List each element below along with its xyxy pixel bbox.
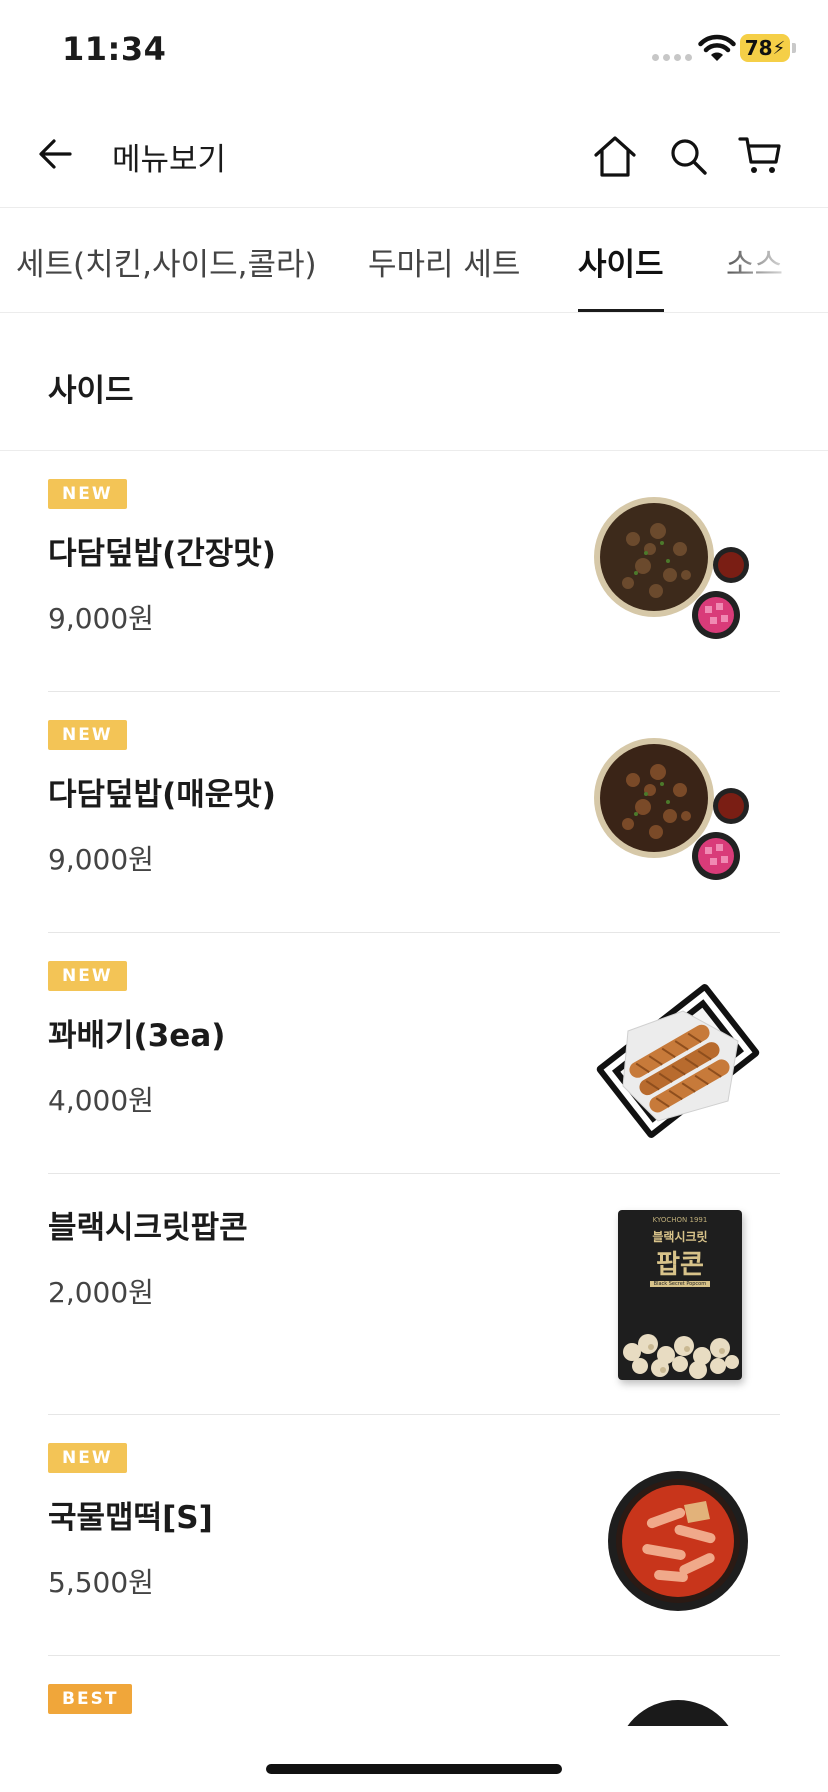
cart-icon[interactable] (738, 134, 782, 176)
tab-set[interactable]: 세트(치킨,사이드,콜라) (16, 239, 317, 312)
best-badge: BEST (48, 1684, 133, 1714)
twisted-donut-icon (596, 984, 760, 1138)
popcorn-pieces (623, 1334, 739, 1379)
popcorn-brand: KYOCHON 1991 (652, 1216, 708, 1224)
item-name: 블랙시크릿팝콘 (48, 1210, 248, 1246)
popcorn-line2: 팝콘 (656, 1250, 704, 1280)
rice-bowl-icon (594, 497, 749, 639)
popcorn-subtitle: Black Secret Popcorn (650, 1281, 710, 1287)
home-icon[interactable] (592, 134, 638, 178)
tabs-fade-overlay (718, 209, 828, 312)
section-title: 사이드 (48, 373, 134, 409)
charging-icon: ⚡ (772, 37, 786, 59)
menu-item-rice-bowl-soy[interactable]: NEW 다담덮밥(간장맛) 9,000원 (48, 451, 780, 692)
wifi-icon (698, 34, 736, 61)
signal-icon (652, 54, 692, 61)
menu-item-tteokbokki[interactable]: NEW 국물맵떡[S] 5,500원 (48, 1415, 780, 1656)
menu-item-twisted-donut[interactable]: NEW 꽈배기(3ea) 4,000원 (48, 933, 780, 1174)
page-title: 메뉴보기 (112, 142, 227, 178)
popcorn-line1: 블랙시크릿 (652, 1230, 708, 1244)
category-tabs: 세트(치킨,사이드,콜라) 두마리 세트 사이드 소스 (0, 209, 828, 313)
new-badge: NEW (48, 720, 127, 750)
menu-item-popcorn[interactable]: 블랙시크릿팝콘 2,000원 KYOCHON 1991 블랙시크릿 팝콘 Bla… (48, 1174, 780, 1415)
new-badge: NEW (48, 479, 127, 509)
tteokbokki-icon (608, 1471, 748, 1611)
status-time: 11:34 (62, 30, 167, 68)
menu-item-rice-bowl-spicy[interactable]: NEW 다담덮밥(매운맛) 9,000원 (48, 692, 780, 933)
tab-two-chicken-set[interactable]: 두마리 세트 (368, 239, 520, 312)
dish-icon (627, 1700, 729, 1726)
rice-bowl-icon (594, 738, 749, 880)
item-name: 다담덮밥(매운맛) (48, 777, 276, 813)
new-badge: NEW (48, 1443, 127, 1473)
back-arrow-icon[interactable] (34, 132, 78, 176)
item-name: 다담덮밥(간장맛) (48, 536, 276, 572)
app-header: 메뉴보기 (0, 100, 828, 208)
search-icon[interactable] (668, 136, 708, 176)
menu-item-best[interactable]: BEST (48, 1656, 780, 1726)
new-badge: NEW (48, 961, 127, 991)
item-price: 4,000원 (48, 1084, 154, 1117)
item-price: 9,000원 (48, 843, 154, 876)
home-indicator (266, 1764, 562, 1774)
item-price: 5,500원 (48, 1566, 154, 1599)
status-bar: 11:34 78 ⚡ (0, 0, 828, 100)
item-price: 2,000원 (48, 1276, 154, 1309)
battery-indicator: 78 ⚡ (740, 34, 796, 62)
item-price: 9,000원 (48, 602, 154, 635)
item-name: 국물맵떡[S] (48, 1500, 213, 1536)
popcorn-bag-icon: KYOCHON 1991 블랙시크릿 팝콘 Black Secret Popco… (618, 1210, 742, 1380)
tab-side[interactable]: 사이드 (578, 239, 664, 312)
item-name: 꽈배기(3ea) (48, 1018, 226, 1054)
battery-level: 78 (744, 36, 773, 60)
